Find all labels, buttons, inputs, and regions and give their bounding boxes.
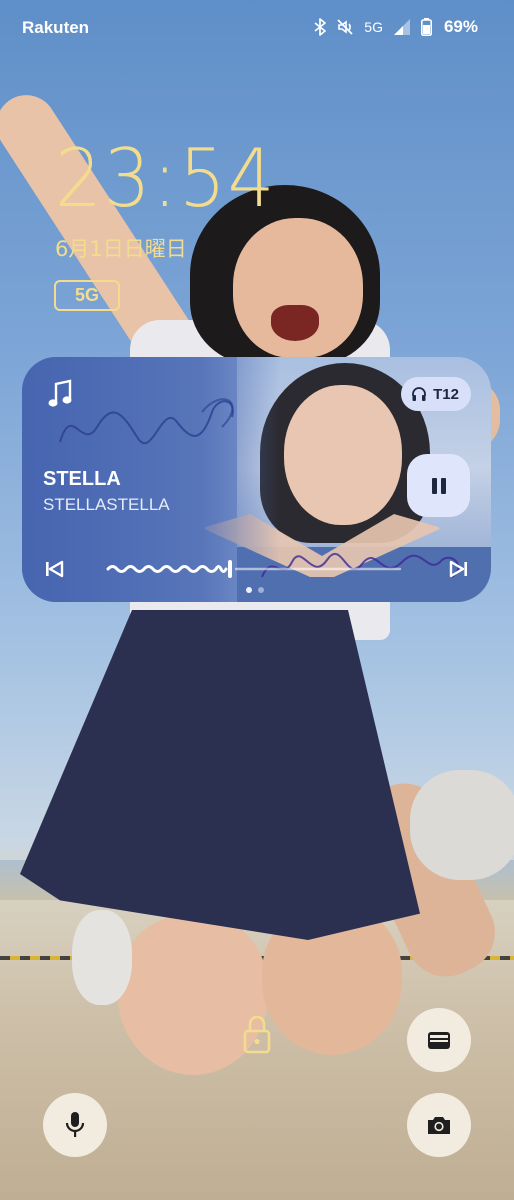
media-player-card[interactable]: T12 STELLA STELLASTELLA: [22, 357, 491, 602]
track-artist: STELLASTELLA: [43, 495, 170, 514]
mic-icon: [65, 1112, 85, 1137]
carrier-name: Rakuten: [22, 18, 90, 37]
seek-bar-track: [106, 560, 402, 578]
track-title: STELLA: [43, 468, 121, 490]
voice-assistant-button[interactable]: [43, 1093, 107, 1157]
signal-icon: [393, 19, 411, 35]
pause-button[interactable]: [407, 454, 470, 517]
network-type: 5G: [364, 19, 383, 35]
network-badge: 5G: [54, 280, 120, 311]
output-device-label: T12: [433, 385, 459, 403]
music-note-icon: [48, 379, 72, 407]
camera-button[interactable]: [407, 1093, 471, 1157]
battery-percent: 69%: [443, 17, 478, 36]
next-icon[interactable]: [447, 557, 471, 581]
lock-clock: 23:54: [55, 132, 277, 225]
wallet-button[interactable]: [407, 1008, 471, 1072]
bluetooth-icon: [314, 18, 327, 36]
page-indicator: [246, 587, 264, 593]
mute-icon: [336, 18, 354, 36]
headphones-icon: [412, 387, 427, 401]
pause-icon: [431, 477, 446, 494]
lock-date: 6月1日日曜日: [55, 237, 187, 261]
status-icons: 5G 69%: [314, 17, 478, 37]
wallpaper-skirt: [20, 610, 420, 940]
page-dot-active: [246, 587, 252, 593]
seek-bar[interactable]: [104, 559, 404, 579]
output-device-chip[interactable]: T12: [401, 377, 471, 411]
status-bar: Rakuten 5G 69%: [0, 0, 514, 55]
wallpaper-shoe: [410, 770, 514, 880]
wallpaper-shoe: [72, 910, 132, 1005]
previous-icon[interactable]: [42, 557, 66, 581]
signature-scribble: [59, 398, 234, 445]
wallpaper-mouth: [271, 305, 319, 341]
seek-thumb[interactable]: [228, 560, 232, 578]
lock-icon: [243, 1015, 271, 1054]
camera-icon: [428, 1117, 450, 1134]
wallet-icon: [428, 1032, 450, 1049]
page-dot: [258, 587, 264, 593]
battery-icon: [420, 18, 432, 36]
